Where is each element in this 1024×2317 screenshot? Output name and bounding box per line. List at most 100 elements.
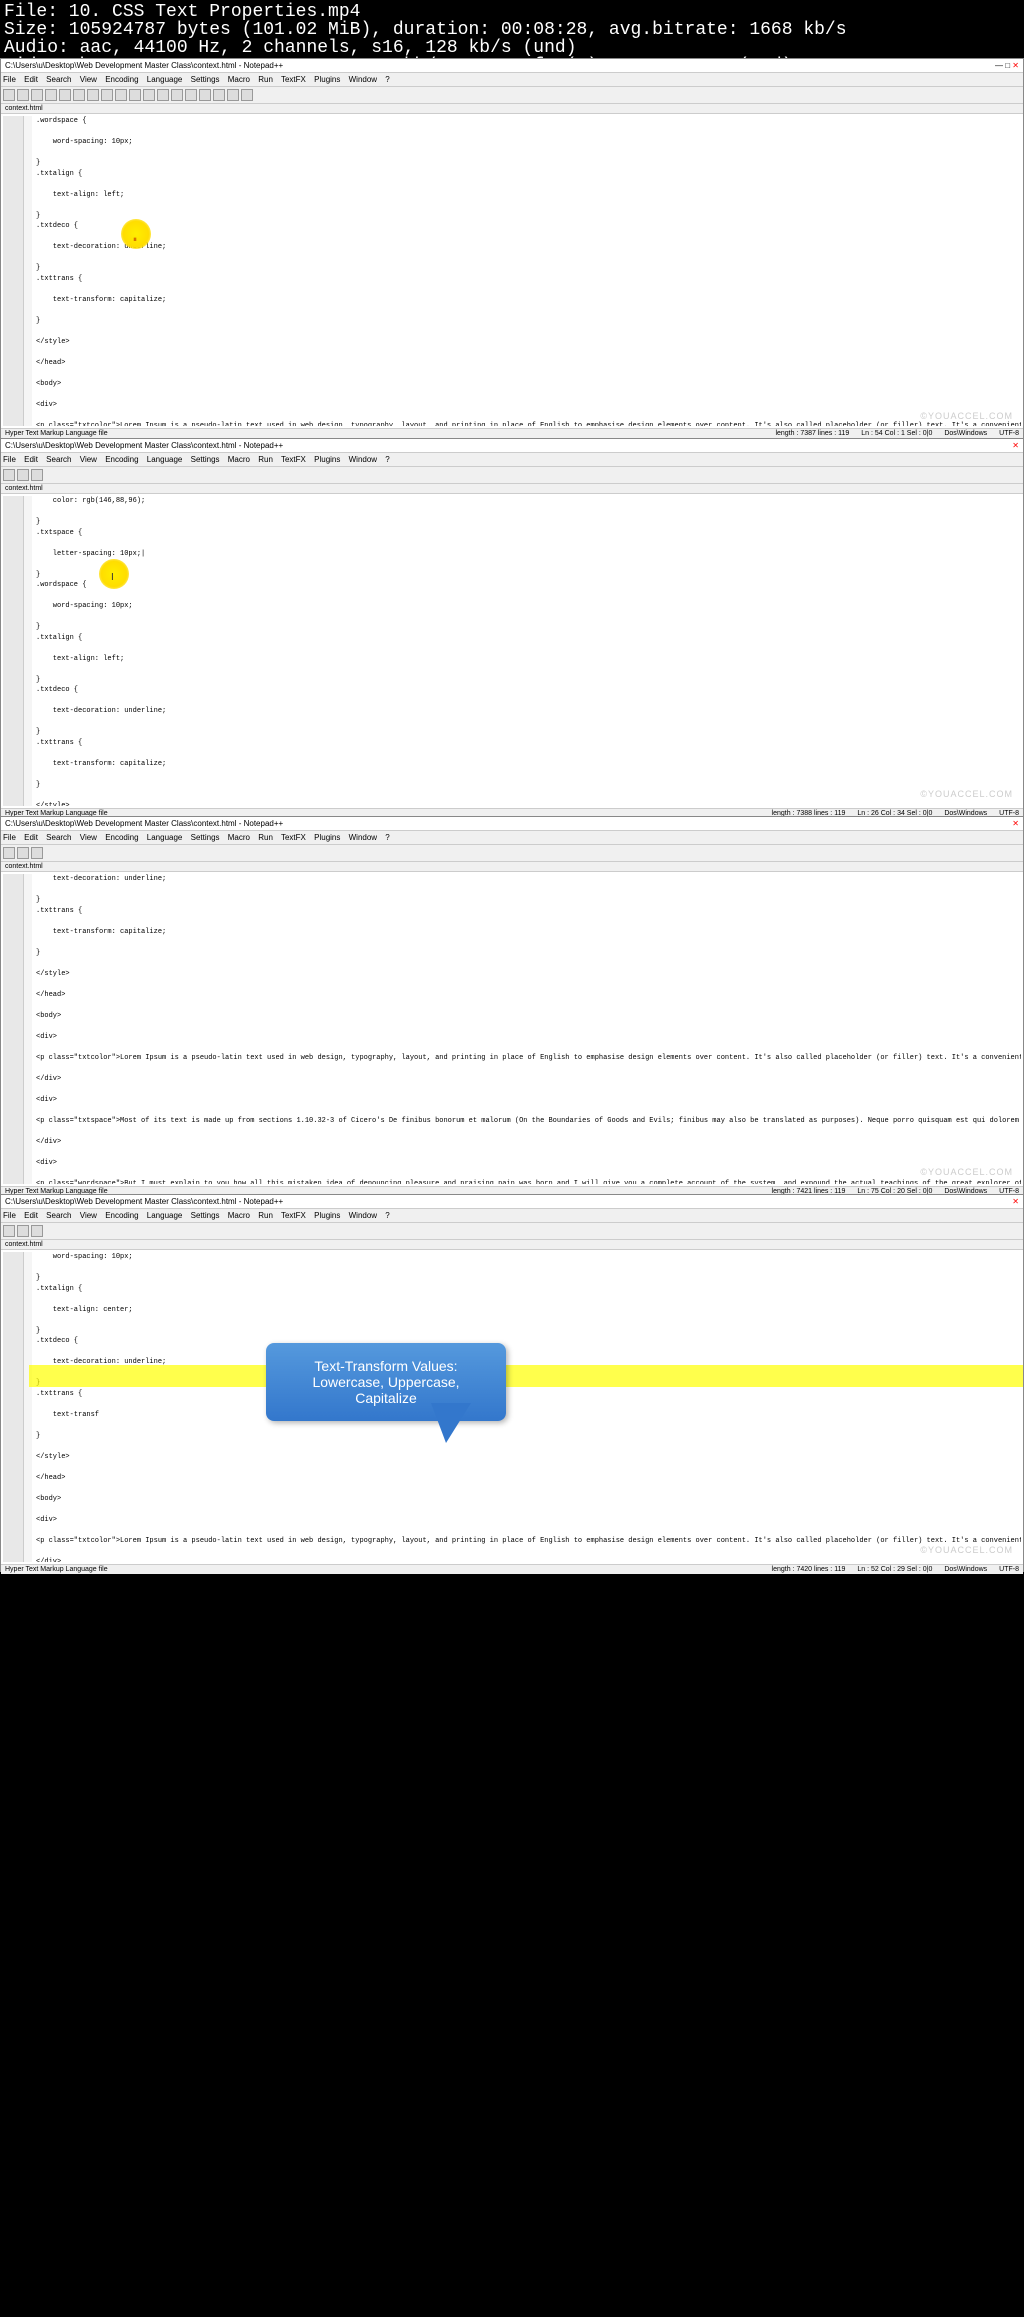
- menu-edit[interactable]: Edit: [24, 833, 38, 842]
- copy-icon[interactable]: [101, 89, 113, 101]
- menu-run[interactable]: Run: [258, 455, 273, 464]
- paste-icon[interactable]: [115, 89, 127, 101]
- menu-view[interactable]: View: [80, 455, 97, 464]
- zoom-in-icon[interactable]: [185, 89, 197, 101]
- code-editor[interactable]: word-spacing: 10px; } .txtalign { text-a…: [32, 1252, 1021, 1562]
- open-file-icon[interactable]: [17, 89, 29, 101]
- menu-plugins[interactable]: Plugins: [314, 75, 340, 84]
- menu-view[interactable]: View: [80, 833, 97, 842]
- undo-icon[interactable]: [129, 89, 141, 101]
- new-file-icon[interactable]: [3, 89, 15, 101]
- menu-language[interactable]: Language: [147, 75, 183, 84]
- menu-view[interactable]: View: [80, 75, 97, 84]
- menu-file[interactable]: File: [3, 833, 16, 842]
- tab-context[interactable]: context.html: [5, 105, 43, 112]
- open-file-icon[interactable]: [17, 1225, 29, 1237]
- menubar[interactable]: File Edit Search View Encoding Language …: [1, 831, 1023, 845]
- toolbar[interactable]: [1, 467, 1023, 484]
- menu-edit[interactable]: Edit: [24, 75, 38, 84]
- menu-language[interactable]: Language: [147, 833, 183, 842]
- menu-macro[interactable]: Macro: [228, 1211, 250, 1220]
- menu-plugins[interactable]: Plugins: [314, 1211, 340, 1220]
- new-file-icon[interactable]: [3, 847, 15, 859]
- menubar[interactable]: File Edit Search View Encoding Language …: [1, 1209, 1023, 1223]
- menu-search[interactable]: Search: [46, 833, 71, 842]
- menu-textfx[interactable]: TextFX: [281, 75, 306, 84]
- fold-column[interactable]: [24, 1252, 32, 1562]
- close-icon[interactable]: ✕: [1012, 819, 1019, 828]
- menu-view[interactable]: View: [80, 1211, 97, 1220]
- toolbar[interactable]: [1, 1223, 1023, 1240]
- new-file-icon[interactable]: [3, 1225, 15, 1237]
- cut-icon[interactable]: [87, 89, 99, 101]
- menu-macro[interactable]: Macro: [228, 75, 250, 84]
- open-file-icon[interactable]: [17, 469, 29, 481]
- menu-encoding[interactable]: Encoding: [105, 833, 138, 842]
- maximize-icon[interactable]: □: [1005, 61, 1010, 70]
- menu-window[interactable]: Window: [349, 75, 377, 84]
- wordwrap-icon[interactable]: [213, 89, 225, 101]
- new-file-icon[interactable]: [3, 469, 15, 481]
- menu-plugins[interactable]: Plugins: [314, 833, 340, 842]
- fold-column[interactable]: [24, 116, 32, 426]
- save-icon[interactable]: [31, 469, 43, 481]
- menu-language[interactable]: Language: [147, 455, 183, 464]
- tab-context[interactable]: context.html: [5, 485, 43, 492]
- menu-run[interactable]: Run: [258, 833, 273, 842]
- close-icon[interactable]: ✕: [1012, 1197, 1019, 1206]
- menu-window[interactable]: Window: [349, 1211, 377, 1220]
- menu-search[interactable]: Search: [46, 75, 71, 84]
- replace-icon[interactable]: [171, 89, 183, 101]
- menu-plugins[interactable]: Plugins: [314, 455, 340, 464]
- menu-window[interactable]: Window: [349, 455, 377, 464]
- tab-context[interactable]: context.html: [5, 863, 43, 870]
- record-macro-icon[interactable]: [227, 89, 239, 101]
- close-icon[interactable]: ✕: [1012, 441, 1019, 450]
- menubar[interactable]: File Edit Search View Encoding Language …: [1, 453, 1023, 467]
- save-all-icon[interactable]: [45, 89, 57, 101]
- save-icon[interactable]: [31, 89, 43, 101]
- menu-settings[interactable]: Settings: [191, 1211, 220, 1220]
- fold-column[interactable]: [24, 874, 32, 1184]
- toolbar[interactable]: [1, 87, 1023, 104]
- menu-textfx[interactable]: TextFX: [281, 455, 306, 464]
- menu-help[interactable]: ?: [385, 1211, 389, 1220]
- close-icon[interactable]: ✕: [1012, 61, 1019, 70]
- menu-window[interactable]: Window: [349, 833, 377, 842]
- menu-settings[interactable]: Settings: [191, 833, 220, 842]
- print-icon[interactable]: [73, 89, 85, 101]
- menu-run[interactable]: Run: [258, 75, 273, 84]
- save-icon[interactable]: [31, 847, 43, 859]
- menu-settings[interactable]: Settings: [191, 75, 220, 84]
- save-icon[interactable]: [31, 1225, 43, 1237]
- code-editor[interactable]: color: rgb(146,88,96); } .txtspace { let…: [32, 496, 1021, 806]
- menu-help[interactable]: ?: [385, 833, 389, 842]
- find-icon[interactable]: [157, 89, 169, 101]
- menu-file[interactable]: File: [3, 455, 16, 464]
- fold-column[interactable]: [24, 496, 32, 806]
- menu-encoding[interactable]: Encoding: [105, 1211, 138, 1220]
- toolbar[interactable]: [1, 845, 1023, 862]
- redo-icon[interactable]: [143, 89, 155, 101]
- code-editor[interactable]: .wordspace { word-spacing: 10px; } .txta…: [32, 116, 1021, 426]
- menu-textfx[interactable]: TextFX: [281, 833, 306, 842]
- menu-help[interactable]: ?: [385, 75, 389, 84]
- menu-language[interactable]: Language: [147, 1211, 183, 1220]
- menu-textfx[interactable]: TextFX: [281, 1211, 306, 1220]
- menu-search[interactable]: Search: [46, 455, 71, 464]
- minimize-icon[interactable]: —: [995, 61, 1003, 70]
- menu-file[interactable]: File: [3, 75, 16, 84]
- menu-macro[interactable]: Macro: [228, 833, 250, 842]
- menu-settings[interactable]: Settings: [191, 455, 220, 464]
- menubar[interactable]: File Edit Search View Encoding Language …: [1, 73, 1023, 87]
- menu-run[interactable]: Run: [258, 1211, 273, 1220]
- menu-help[interactable]: ?: [385, 455, 389, 464]
- menu-file[interactable]: File: [3, 1211, 16, 1220]
- menu-macro[interactable]: Macro: [228, 455, 250, 464]
- close-file-icon[interactable]: [59, 89, 71, 101]
- tab-context[interactable]: context.html: [5, 1241, 43, 1248]
- play-macro-icon[interactable]: [241, 89, 253, 101]
- menu-search[interactable]: Search: [46, 1211, 71, 1220]
- menu-encoding[interactable]: Encoding: [105, 455, 138, 464]
- code-editor[interactable]: text-decoration: underline; } .txttrans …: [32, 874, 1021, 1184]
